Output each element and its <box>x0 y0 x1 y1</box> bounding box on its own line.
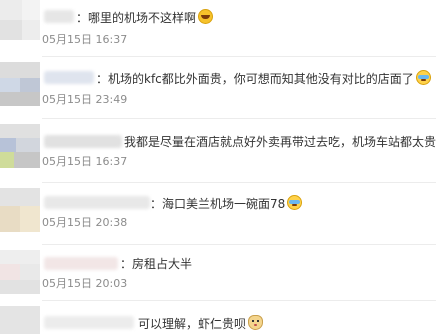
comment-item: ：房租占大半 05月15日 20:03 <box>0 250 436 296</box>
divider <box>42 244 436 245</box>
comment-item: ：机场的kfc都比外面贵，你可想而知其他没有对比的店面了 05月15日 23:4… <box>0 62 436 112</box>
cry-icon <box>287 195 303 210</box>
avatar[interactable] <box>0 188 40 232</box>
comment-time: 05月15日 20:38 <box>42 216 128 229</box>
comment-body: ：海口美兰机场一碗面78 <box>150 197 286 211</box>
divider <box>42 300 436 301</box>
avatar[interactable] <box>0 62 40 106</box>
avatar[interactable] <box>0 250 40 294</box>
username-blurred[interactable] <box>44 196 150 209</box>
laugh-icon <box>198 9 214 24</box>
comment-body: 我都是尽量在酒店就点好外卖再带过去吃，机场车站都太贵了 <box>124 135 436 149</box>
comment-body: ：机场的kfc都比外面贵，你可想而知其他没有对比的店面了 <box>96 72 414 86</box>
comment-text: 可以理解，虾仁贵呗 <box>138 315 264 332</box>
comment-text: ：哪里的机场不这样啊 <box>76 9 214 26</box>
comment-text: ：机场的kfc都比外面贵，你可想而知其他没有对比的店面了 <box>96 70 431 87</box>
cat-face-icon <box>248 315 264 330</box>
divider <box>42 182 436 183</box>
comment-body: 可以理解，虾仁贵呗 <box>138 317 247 331</box>
comment-time: 05月15日 20:03 <box>42 277 128 290</box>
divider <box>42 118 436 119</box>
username-blurred[interactable] <box>44 316 134 329</box>
cry-icon <box>415 70 431 85</box>
avatar[interactable] <box>0 306 40 334</box>
comment-item: ：哪里的机场不这样啊 05月15日 16:37 <box>0 0 436 50</box>
comment-time: 05月15日 23:49 <box>42 93 128 106</box>
comment-text: 我都是尽量在酒店就点好外卖再带过去吃，机场车站都太贵了 <box>124 134 436 150</box>
username-blurred[interactable] <box>44 71 94 84</box>
divider <box>42 56 436 57</box>
comment-time: 05月15日 16:37 <box>42 155 128 168</box>
comment-text: ：房租占大半 <box>120 256 192 272</box>
comment-item: 可以理解，虾仁贵呗 <box>0 306 436 334</box>
username-blurred[interactable] <box>44 135 122 148</box>
comment-text: ：海口美兰机场一碗面78 <box>150 195 303 212</box>
avatar[interactable] <box>0 0 40 40</box>
username-blurred[interactable] <box>44 257 118 270</box>
username-blurred[interactable] <box>44 10 74 23</box>
comment-item: ：海口美兰机场一碗面78 05月15日 20:38 <box>0 188 436 240</box>
avatar[interactable] <box>0 124 40 168</box>
comment-item: 我都是尽量在酒店就点好外卖再带过去吃，机场车站都太贵了 05月15日 16:37 <box>0 124 436 176</box>
comment-body: ：哪里的机场不这样啊 <box>76 11 197 25</box>
comment-body: ：房租占大半 <box>120 257 193 271</box>
comment-time: 05月15日 16:37 <box>42 33 128 46</box>
